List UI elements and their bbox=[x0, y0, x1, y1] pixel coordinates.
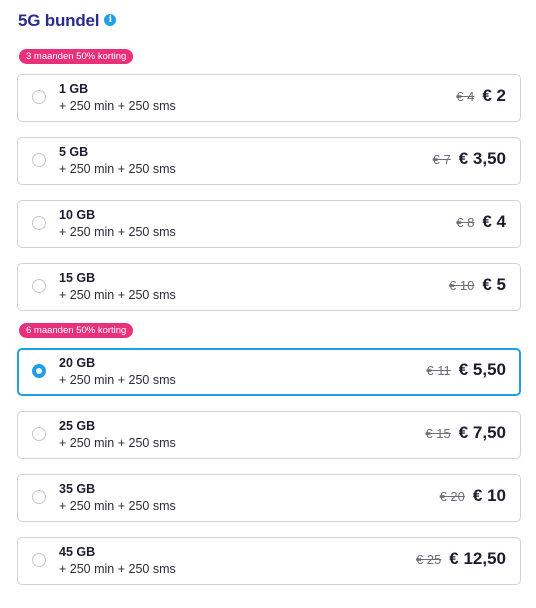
old-price: € 4 bbox=[456, 89, 475, 104]
data-amount: 10 GB bbox=[59, 208, 96, 222]
radio-button[interactable] bbox=[32, 427, 46, 441]
header: 5G bundel i bbox=[18, 10, 522, 32]
data-amount: 45 GB bbox=[59, 545, 96, 559]
new-price: € 12,50 bbox=[449, 549, 506, 568]
old-price: € 25 bbox=[415, 552, 442, 567]
new-price: € 5 bbox=[482, 275, 506, 294]
radio-button[interactable] bbox=[32, 490, 46, 504]
old-price: € 20 bbox=[439, 489, 465, 504]
bundle-extras: + 250 min + 250 sms bbox=[59, 99, 176, 113]
page-title: 5G bundel bbox=[18, 11, 100, 30]
bundle-option-5gb[interactable]: 5 GB + 250 min + 250 sms € 7 € 3,50 bbox=[17, 137, 521, 185]
promo-badge-6-months: 6 maanden 50% korting bbox=[19, 323, 134, 338]
option-list-6-months: 20 GB + 250 min + 250 sms € 11 € 5,50 25… bbox=[17, 348, 522, 585]
bundle-option-10gb[interactable]: 10 GB + 250 min + 250 sms € 8 € 4 bbox=[17, 200, 521, 248]
promo-badge-3-months: 3 maanden 50% korting bbox=[19, 49, 134, 64]
bundle-option-25gb[interactable]: 25 GB + 250 min + 250 sms € 15 € 7,50 bbox=[17, 411, 521, 459]
price-block: € 10 € 5 bbox=[449, 275, 506, 295]
bundle-option-20gb[interactable]: 20 GB + 250 min + 250 sms € 11 € 5,50 bbox=[17, 348, 521, 396]
data-amount: 20 GB bbox=[59, 356, 96, 370]
price-block: € 20 € 10 bbox=[440, 486, 506, 506]
bundle-extras: + 250 min + 250 sms bbox=[59, 162, 176, 176]
bundle-option-45gb[interactable]: 45 GB + 250 min + 250 sms € 25 € 12,50 bbox=[17, 537, 521, 585]
radio-button-selected[interactable] bbox=[32, 364, 46, 378]
new-price: € 4 bbox=[482, 212, 506, 231]
bundle-selector: 5G bundel i 3 maanden 50% korting 1 GB +… bbox=[0, 0, 536, 608]
old-price: € 10 bbox=[449, 278, 475, 293]
data-amount: 35 GB bbox=[59, 482, 96, 496]
data-amount: 1 GB bbox=[59, 82, 89, 96]
old-price: € 8 bbox=[456, 215, 475, 230]
radio-button[interactable] bbox=[32, 553, 46, 567]
old-price: € 15 bbox=[425, 426, 451, 441]
new-price: € 3,50 bbox=[458, 149, 506, 168]
price-block: € 8 € 4 bbox=[456, 212, 506, 232]
bundle-option-35gb[interactable]: 35 GB + 250 min + 250 sms € 20 € 10 bbox=[17, 474, 521, 522]
price-block: € 25 € 12,50 bbox=[416, 549, 506, 569]
bundle-option-15gb[interactable]: 15 GB + 250 min + 250 sms € 10 € 5 bbox=[17, 263, 521, 311]
radio-button[interactable] bbox=[32, 216, 46, 230]
radio-button[interactable] bbox=[32, 279, 46, 293]
bundle-extras: + 250 min + 250 sms bbox=[59, 436, 176, 450]
price-block: € 4 € 2 bbox=[456, 86, 506, 106]
price-block: € 15 € 7,50 bbox=[425, 423, 506, 443]
new-price: € 7,50 bbox=[458, 423, 506, 442]
bundle-extras: + 250 min + 250 sms bbox=[59, 562, 176, 576]
data-amount: 15 GB bbox=[59, 271, 96, 285]
option-list-3-months: 1 GB + 250 min + 250 sms € 4 € 2 5 GB + … bbox=[17, 74, 522, 311]
bundle-extras: + 250 min + 250 sms bbox=[59, 499, 176, 513]
bundle-extras: + 250 min + 250 sms bbox=[59, 373, 176, 387]
old-price: € 7 bbox=[432, 152, 451, 167]
price-block: € 7 € 3,50 bbox=[433, 149, 506, 169]
bundle-extras: + 250 min + 250 sms bbox=[59, 225, 176, 239]
data-amount: 25 GB bbox=[59, 419, 96, 433]
price-block: € 11 € 5,50 bbox=[426, 360, 506, 380]
bundle-extras: + 250 min + 250 sms bbox=[59, 288, 176, 302]
info-icon[interactable]: i bbox=[104, 14, 117, 26]
new-price: € 5,50 bbox=[458, 360, 506, 379]
bundle-option-1gb[interactable]: 1 GB + 250 min + 250 sms € 4 € 2 bbox=[17, 74, 521, 122]
data-amount: 5 GB bbox=[59, 145, 89, 159]
radio-button[interactable] bbox=[32, 90, 46, 104]
new-price: € 2 bbox=[482, 86, 506, 105]
old-price: € 11 bbox=[426, 363, 451, 378]
radio-button[interactable] bbox=[32, 153, 46, 167]
new-price: € 10 bbox=[472, 486, 506, 505]
